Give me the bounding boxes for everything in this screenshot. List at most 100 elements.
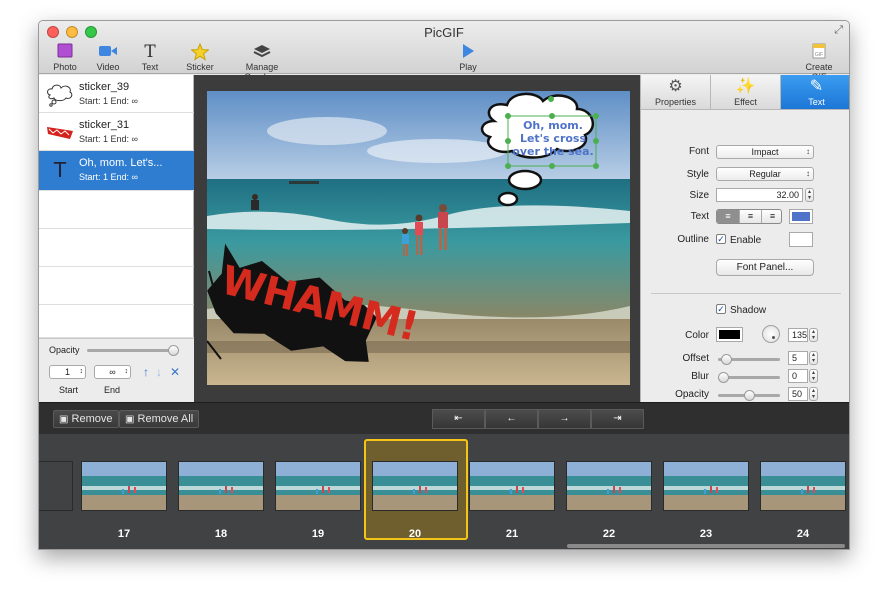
play-label: Play (459, 62, 477, 72)
next-frame-button[interactable]: → (538, 409, 591, 429)
text-label: Text (141, 62, 159, 72)
start-value: 1 (64, 367, 70, 377)
frame-number: 24 (796, 528, 810, 540)
play-button[interactable]: Play (455, 43, 481, 72)
outline-color-well[interactable] (789, 232, 813, 247)
shadow-angle-field[interactable]: 135 (788, 328, 808, 342)
remove-all-button[interactable]: ▣ Remove All (119, 410, 199, 428)
frame-thumbnail[interactable] (39, 461, 73, 511)
list-item-detail: Start: 1 End: ∞ (79, 96, 138, 106)
last-frame-icon: ⇥ (613, 413, 622, 424)
offset-slider[interactable] (718, 354, 780, 365)
first-frame-icon: ⇤ (454, 413, 463, 424)
offset-field[interactable]: 5 (788, 351, 808, 365)
shadow-opacity-slider[interactable] (718, 390, 780, 401)
video-label: Video (96, 62, 120, 72)
list-item-name: Oh, mom. Let's... (79, 157, 163, 169)
shadow-angle-stepper[interactable]: ▴ ▾ (809, 328, 818, 342)
blur-field[interactable]: 0 (788, 369, 808, 383)
offset-stepper[interactable]: ▴ ▾ (809, 351, 818, 365)
outline-enable-checkbox[interactable]: ✓ (716, 234, 726, 244)
list-item[interactable]: T Oh, mom. Let's... Start: 1 End: ∞ (39, 151, 194, 191)
shadow-angle-dial[interactable] (762, 325, 780, 343)
window-title: PicGIF (424, 25, 464, 40)
end-stepper[interactable]: ∞ ↕ (94, 365, 131, 379)
move-up-icon[interactable]: ↑ (143, 365, 149, 379)
tab-text[interactable]: ✎ Text (781, 75, 849, 110)
delete-icon[interactable]: ✕ (170, 365, 180, 379)
opacity-slider-knob[interactable] (168, 345, 179, 356)
shadow-checkbox[interactable]: ✓ (716, 304, 726, 314)
style-select[interactable]: Regular (716, 167, 814, 181)
offset-slider-knob[interactable] (721, 354, 732, 365)
tab-label: Effect (734, 97, 757, 107)
fullscreen-icon[interactable]: ⤢ (834, 24, 843, 37)
end-value: ∞ (109, 367, 116, 377)
tab-effect[interactable]: ✨ Effect (711, 75, 781, 110)
shadow-opacity-slider-knob[interactable] (744, 390, 755, 401)
sticker-button[interactable]: Sticker (183, 42, 217, 72)
size-field[interactable]: 32.00 (716, 188, 803, 202)
speech-bubble-text[interactable]: Oh, mom. Let's cross over the sea. (510, 119, 596, 158)
text-button[interactable]: T Text (137, 43, 163, 72)
start-stepper[interactable]: 1 ↕ (49, 365, 86, 379)
image-icon: ▣ (125, 414, 135, 425)
shadow-opacity-stepper[interactable]: ▴ ▾ (809, 387, 818, 401)
style-value: Regular (749, 169, 781, 179)
title-bar: PicGIF ⤢ Photo Video T Text Sticker Mana… (39, 21, 849, 82)
frame-thumbnail[interactable] (469, 461, 555, 511)
last-frame-button[interactable]: ⇥ (591, 409, 644, 429)
photo-button[interactable]: Photo (51, 43, 79, 72)
shadow-opacity-label: Opacity (675, 389, 709, 400)
list-item[interactable]: sticker_39 Start: 1 End: ∞ (39, 75, 194, 113)
font-select[interactable]: Impact (716, 145, 814, 159)
frame-thumbnail[interactable] (81, 461, 167, 511)
font-panel-button[interactable]: Font Panel... (716, 259, 814, 276)
shadow-color-label: Color (685, 330, 709, 341)
section-divider (651, 293, 841, 294)
offset-label: Offset (682, 353, 710, 364)
horizontal-scrollbar[interactable] (567, 544, 845, 548)
frame-thumbnail[interactable] (663, 461, 749, 511)
frame-thumbnail[interactable] (372, 461, 458, 511)
frame-thumbnail[interactable] (275, 461, 361, 511)
text-overlay-icon: T (53, 158, 67, 182)
style-label: Style (686, 169, 709, 180)
move-down-icon[interactable]: ↓ (156, 365, 162, 379)
remove-frame-button[interactable]: ▣ Remove (53, 410, 119, 428)
pencil-icon: ✎ (809, 78, 824, 95)
opacity-slider[interactable] (87, 345, 179, 356)
blur-slider[interactable] (718, 372, 780, 383)
size-value: 32.00 (776, 190, 799, 200)
previous-arrow-icon: ← (506, 413, 517, 424)
gif-file-icon: GIF (797, 43, 841, 61)
text-icon: T (144, 42, 156, 62)
align-right-icon[interactable]: ≡ (761, 210, 781, 223)
frame-thumbnail[interactable] (760, 461, 846, 511)
beach-photo[interactable]: Oh, mom. Let's cross over the sea. WHAMM… (207, 91, 630, 385)
size-stepper[interactable]: ▴ ▾ (805, 188, 814, 202)
overlay-list: sticker_39 Start: 1 End: ∞ sticker_31 St… (39, 75, 194, 402)
frame-thumbnail[interactable] (178, 461, 264, 511)
previous-frame-button[interactable]: ← (485, 409, 538, 429)
layers-icon (229, 43, 295, 61)
blur-slider-knob[interactable] (718, 372, 729, 383)
blur-label: Blur (691, 371, 709, 382)
angle-dial-indicator (772, 336, 775, 339)
frame-number: 23 (699, 528, 713, 540)
frame-filmstrip: 17 18 19 20 21 22 23 24 (39, 434, 849, 549)
align-center-icon[interactable]: ≡ (739, 210, 761, 223)
align-left-icon[interactable]: ≡ (717, 210, 739, 223)
photo-label: Photo (53, 62, 77, 72)
frame-thumbnail[interactable] (566, 461, 652, 511)
tab-properties[interactable]: ⚙ Properties (641, 75, 711, 110)
first-frame-button[interactable]: ⇤ (432, 409, 485, 429)
shadow-opacity-field[interactable]: 50 (788, 387, 808, 401)
list-item[interactable]: sticker_31 Start: 1 End: ∞ (39, 113, 194, 151)
alignment-control[interactable]: ≡ ≡ ≡ (716, 209, 782, 224)
shadow-color-well[interactable] (716, 327, 743, 342)
text-color-well[interactable] (789, 209, 813, 224)
frame-number: 18 (214, 528, 228, 540)
video-button[interactable]: Video (94, 43, 122, 72)
blur-stepper[interactable]: ▴ ▾ (809, 369, 818, 383)
